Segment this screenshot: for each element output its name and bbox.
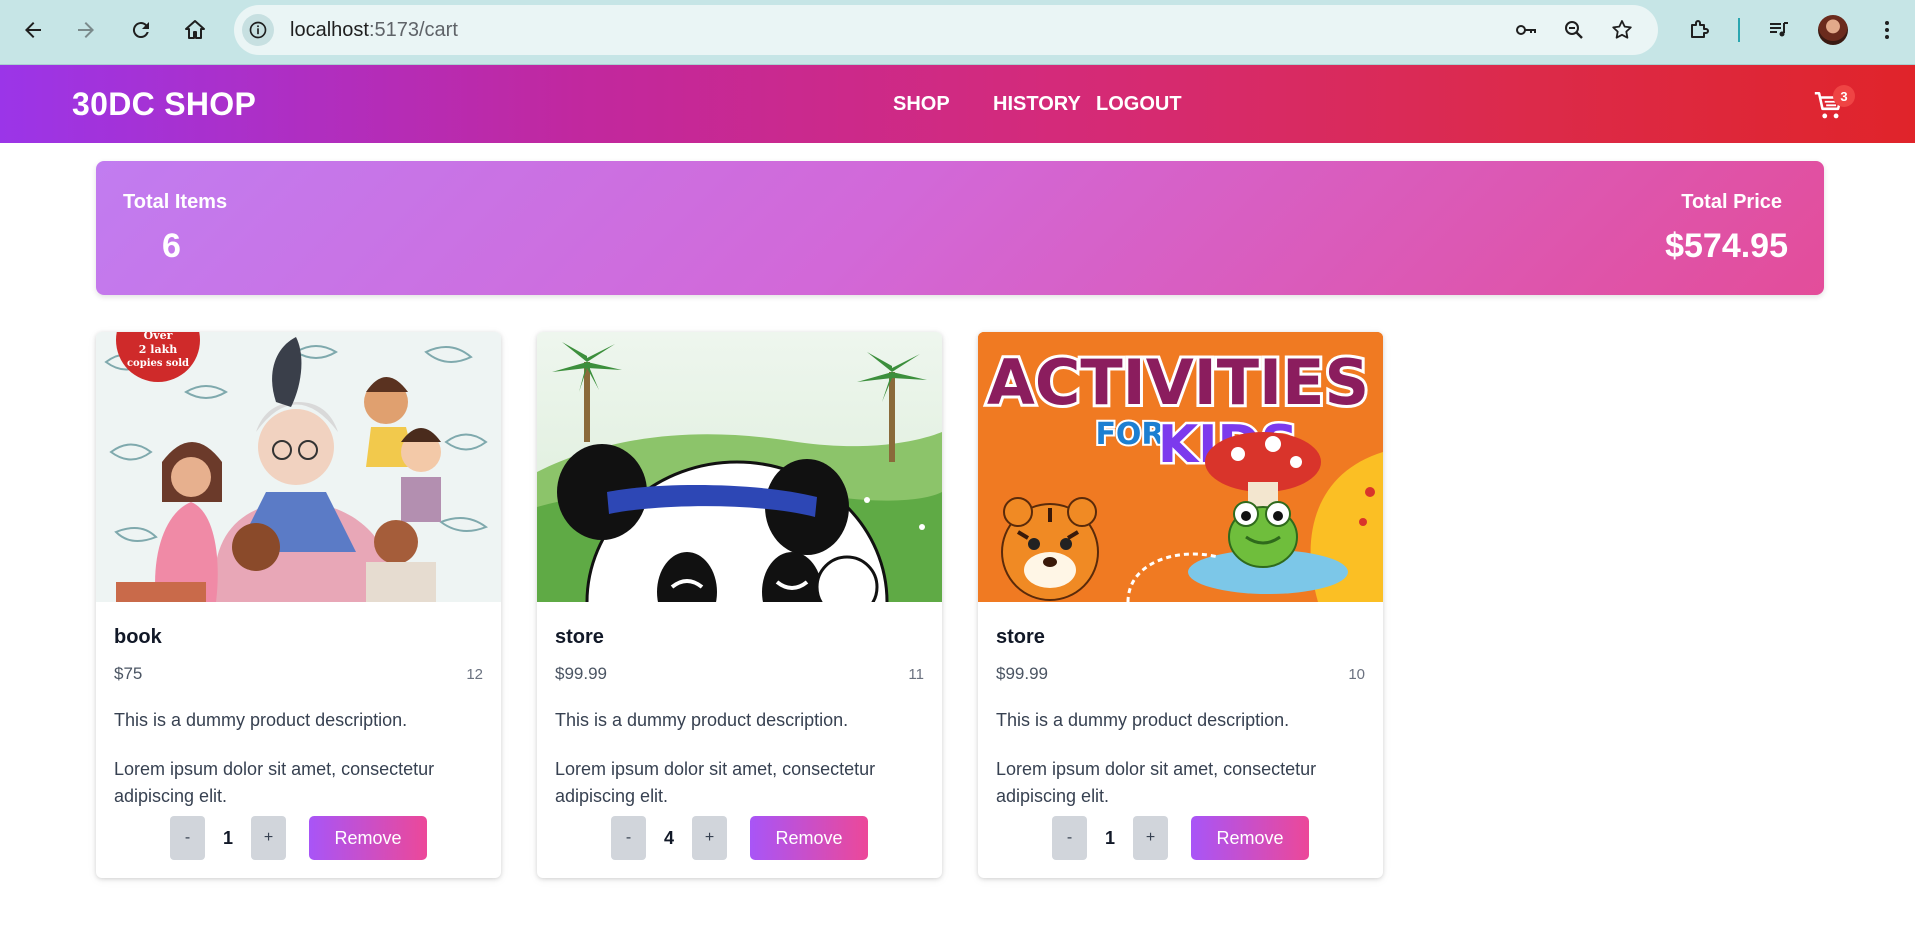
product-stock: 12: [466, 666, 483, 683]
quantity-controls: - 1 + Remove: [978, 816, 1383, 860]
increase-quantity-button[interactable]: +: [692, 816, 727, 860]
cover-title: ACTIVITIES: [987, 346, 1369, 419]
quantity-controls: - 4 + Remove: [537, 816, 942, 860]
increase-quantity-button[interactable]: +: [251, 816, 286, 860]
product-description: This is a dummy product description.: [114, 710, 408, 730]
reload-button[interactable]: [121, 10, 161, 50]
product-lorem: Lorem ipsum dolor sit amet, consectetur …: [555, 759, 876, 806]
product-stock: 10: [1348, 666, 1365, 683]
decrease-quantity-button[interactable]: -: [611, 816, 646, 860]
product-name: store: [996, 626, 1045, 648]
extensions-button[interactable]: [1679, 10, 1719, 50]
nav-history[interactable]: HISTORY: [993, 65, 1081, 143]
product-lorem: Lorem ipsum dolor sit amet, consectetur …: [114, 759, 435, 806]
total-price-label: Total Price: [1681, 191, 1782, 213]
url-host: localhost: [290, 19, 369, 41]
increase-quantity-button[interactable]: +: [1133, 816, 1168, 860]
extensions-icon: [1691, 20, 1709, 38]
product-image: Over 2 lakh copies sold: [96, 332, 501, 602]
product-name: book: [114, 626, 162, 648]
total-price-value: $574.95: [1665, 227, 1788, 265]
nav-shop[interactable]: SHOP: [893, 65, 950, 143]
remove-button[interactable]: Remove: [1191, 816, 1309, 860]
menu-dots-icon: [1885, 21, 1889, 39]
home-button[interactable]: [175, 10, 215, 50]
cart-summary: Total Items 6 Total Price $574.95: [96, 161, 1824, 295]
site-info-icon[interactable]: [242, 14, 274, 46]
cart-button[interactable]: 3: [1812, 85, 1855, 125]
password-key-icon[interactable]: [1510, 14, 1542, 46]
home-icon: [185, 20, 205, 39]
url-text[interactable]: localhost:5173/cart: [290, 5, 458, 55]
remove-button[interactable]: Remove: [750, 816, 868, 860]
product-description: This is a dummy product description.: [996, 710, 1290, 730]
bookmark-star-icon[interactable]: [1606, 14, 1638, 46]
back-icon: [25, 22, 41, 38]
media-button[interactable]: [1759, 10, 1799, 50]
quantity-value: 1: [1104, 828, 1115, 848]
badge-line-3: copies sold: [127, 358, 189, 369]
reload-icon: [132, 22, 149, 39]
toolbar-divider: [1738, 18, 1740, 42]
product-price: $99.99: [996, 664, 1048, 683]
profile-avatar[interactable]: [1818, 15, 1848, 45]
nav-logout[interactable]: LOGOUT: [1096, 65, 1182, 143]
badge-line-2: 2 lakh: [139, 343, 177, 356]
product-price: $99.99: [555, 664, 607, 683]
brand-logo[interactable]: 30DC SHOP: [72, 65, 256, 143]
cart-count-badge: 3: [1833, 85, 1855, 107]
total-items-value: 6: [162, 227, 181, 265]
badge-line-1: Over: [144, 332, 173, 342]
remove-button[interactable]: Remove: [309, 816, 427, 860]
address-bar[interactable]: localhost:5173/cart: [234, 5, 1658, 55]
product-lorem: Lorem ipsum dolor sit amet, consectetur …: [996, 759, 1317, 806]
app-header: 30DC SHOP SHOP HISTORY LOGOUT 3: [0, 65, 1915, 143]
decrease-quantity-button[interactable]: -: [170, 816, 205, 860]
browser-toolbar: localhost:5173/cart: [0, 0, 1915, 65]
back-button[interactable]: [13, 10, 53, 50]
product-card-3: ACTIVITIES FOR KIDS store $99.99 10 This…: [978, 332, 1383, 878]
zoom-icon[interactable]: [1558, 14, 1590, 46]
browser-menu-button[interactable]: [1867, 10, 1907, 50]
quantity-value: 1: [222, 828, 233, 848]
url-path: :5173/cart: [368, 19, 458, 41]
forward-button[interactable]: [66, 10, 106, 50]
quantity-value: 4: [663, 828, 674, 848]
product-image: [537, 332, 942, 602]
decrease-quantity-button[interactable]: -: [1052, 816, 1087, 860]
product-card-2: store $99.99 11 This is a dummy product …: [537, 332, 942, 878]
product-description: This is a dummy product description.: [555, 710, 849, 730]
product-name: store: [555, 626, 604, 648]
product-image: ACTIVITIES FOR KIDS: [978, 332, 1383, 602]
cover-for: FOR: [1095, 417, 1164, 452]
total-items-label: Total Items: [123, 191, 228, 213]
forward-icon: [78, 22, 94, 38]
product-price: $75: [114, 664, 143, 683]
product-stock: 11: [908, 666, 924, 683]
media-icon: [1770, 22, 1788, 37]
quantity-controls: - 1 + Remove: [96, 816, 501, 860]
product-card-1: Over 2 lakh copies sold book $75 12 This…: [96, 332, 501, 878]
